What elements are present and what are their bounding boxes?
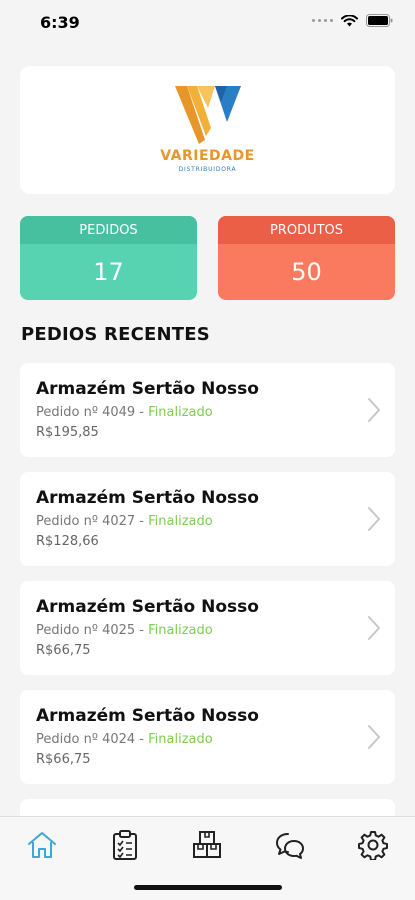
order-info: Pedido nº 4024 - Finalizado <box>36 732 213 747</box>
order-separator: - <box>135 623 149 638</box>
order-number: Pedido nº 4025 <box>36 623 136 638</box>
products-stat-card[interactable]: PRODUTOS 50 <box>218 216 395 300</box>
tab-settings[interactable] <box>356 829 390 861</box>
order-card-4[interactable]: Armazém Sertão Nosso Pedido nº 4024 - Fi… <box>20 690 395 784</box>
recent-orders-title: PEDIOS RECENTES <box>21 324 210 345</box>
wifi-icon <box>341 14 358 26</box>
tab-orders[interactable] <box>108 829 142 861</box>
order-separator: - <box>135 732 149 747</box>
order-info: Pedido nº 4025 - Finalizado <box>36 623 213 638</box>
orders-stat-card[interactable]: PEDIDOS 17 <box>20 216 197 300</box>
order-separator: - <box>135 405 149 420</box>
status-icons <box>312 14 393 27</box>
tab-home[interactable] <box>25 829 59 861</box>
order-status: Finalizado <box>148 405 213 420</box>
orders-stat-label: PEDIDOS <box>20 216 197 244</box>
order-card-1[interactable]: Armazém Sertão Nosso Pedido nº 4049 - Fi… <box>20 363 395 457</box>
boxes-icon <box>193 831 221 858</box>
order-price: R$66,75 <box>36 643 91 658</box>
tab-products[interactable] <box>190 829 224 861</box>
order-info: Pedido nº 4027 - Finalizado <box>36 514 213 529</box>
order-number: Pedido nº 4049 <box>36 405 136 420</box>
order-price: R$66,75 <box>36 752 91 767</box>
products-stat-label: PRODUTOS <box>218 216 395 244</box>
logo-card: VARIEDADE DISTRIBUIDORA <box>20 66 395 194</box>
brand-logo <box>175 86 241 144</box>
home-indicator <box>134 885 282 890</box>
order-status: Finalizado <box>148 623 213 638</box>
chat-icon <box>276 833 304 859</box>
status-bar: 6:39 <box>0 0 415 48</box>
order-card-2[interactable]: Armazém Sertão Nosso Pedido nº 4027 - Fi… <box>20 472 395 566</box>
clipboard-icon <box>113 830 137 860</box>
order-price: R$128,66 <box>36 534 99 549</box>
order-number: Pedido nº 4024 <box>36 732 136 747</box>
chevron-right-icon <box>368 616 380 640</box>
order-number: Pedido nº 4027 <box>36 514 136 529</box>
battery-icon <box>366 14 393 27</box>
order-status: Finalizado <box>148 732 213 747</box>
signal-icon <box>312 19 333 22</box>
chevron-right-icon <box>368 398 380 422</box>
tab-messages[interactable] <box>273 829 307 861</box>
brand-name: VARIEDADE <box>160 148 255 164</box>
order-card-3[interactable]: Armazém Sertão Nosso Pedido nº 4025 - Fi… <box>20 581 395 675</box>
gear-icon <box>358 831 388 860</box>
chevron-right-icon <box>368 507 380 531</box>
order-info: Pedido nº 4049 - Finalizado <box>36 405 213 420</box>
status-time: 6:39 <box>40 13 80 32</box>
order-separator: - <box>135 514 149 529</box>
order-store-name: Armazém Sertão Nosso <box>36 379 259 399</box>
order-price: R$195,85 <box>36 425 99 440</box>
brand-subtitle: DISTRIBUIDORA <box>178 166 237 173</box>
app-screen: 6:39 VARIEDADE DISTRIBUIDORA PEDIDOS 17 … <box>0 0 415 900</box>
order-store-name: Armazém Sertão Nosso <box>36 488 259 508</box>
orders-stat-value: 17 <box>93 258 124 286</box>
products-stat-value: 50 <box>291 258 322 286</box>
home-icon <box>28 832 56 858</box>
chevron-right-icon <box>368 725 380 749</box>
order-store-name: Armazém Sertão Nosso <box>36 597 259 617</box>
order-store-name: Armazém Sertão Nosso <box>36 706 259 726</box>
order-status: Finalizado <box>148 514 213 529</box>
